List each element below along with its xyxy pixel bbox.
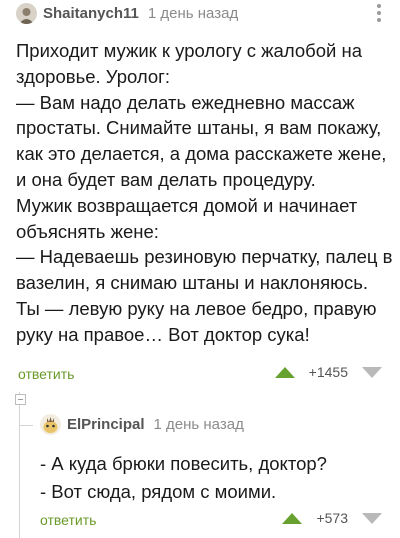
upvote-arrow-icon[interactable] — [282, 512, 303, 524]
timestamp[interactable]: 1 день назад — [148, 5, 238, 22]
comment-line: как это делается, а дома расскажете жене… — [16, 143, 387, 165]
comment-line: Ты — левую руку на левое бедро, правую — [16, 297, 377, 319]
rating-value: +573 — [316, 510, 348, 526]
comment-line: — Вам надо делать ежедневно массаж — [16, 91, 355, 113]
comment-line: - Вот сюда, рядом с моими. — [40, 481, 277, 502]
comment-line: вазелин, я снимаю штаны и наклоняюсь. — [16, 272, 369, 294]
rating-block: +1455 — [274, 364, 382, 380]
comment-body: - А куда брюки повесить, доктор? - Вот с… — [40, 450, 327, 506]
comment-line: объяснять жене: — [16, 220, 159, 242]
comment-line: и она будет вам делать процедуру. — [16, 168, 316, 190]
thread-line[interactable] — [19, 392, 20, 538]
collapse-thread-icon[interactable] — [15, 394, 26, 405]
username[interactable]: Shaitanych11 — [43, 5, 139, 22]
comment-line: руку на правое… Вот доктор сука! — [16, 323, 310, 345]
user-avatar-icon[interactable] — [16, 2, 37, 24]
more-vertical-icon[interactable] — [376, 4, 382, 24]
user-avatar-icon[interactable] — [40, 414, 61, 435]
comment-header: Shaitanych11 1 день назад — [16, 2, 238, 24]
rating-block: +573 — [282, 510, 382, 526]
comment-body: Приходит мужик к урологу с жалобой на зд… — [16, 38, 393, 348]
comment: Shaitanych11 1 день назад Приходит мужик… — [0, 0, 400, 390]
comment-line: простаты. Снимайте штаны, я вам покажу, — [16, 117, 382, 139]
comment-line: - А куда брюки повесить, доктор? — [40, 453, 327, 474]
comment-line: здоровье. Уролог: — [16, 65, 171, 87]
reply-button[interactable]: ответить — [40, 512, 96, 528]
downvote-arrow-icon[interactable] — [362, 512, 382, 524]
timestamp[interactable]: 1 день назад — [154, 416, 244, 433]
downvote-arrow-icon[interactable] — [362, 366, 382, 378]
thread-branch — [19, 425, 33, 426]
reply-button[interactable]: ответить — [18, 366, 74, 382]
username[interactable]: ElPrincipal — [67, 416, 145, 433]
upvote-arrow-icon[interactable] — [274, 366, 295, 378]
comment-line: Мужик возвращается домой и начинает — [16, 194, 358, 216]
comment-header: ElPrincipal 1 день назад — [40, 414, 244, 435]
rating-value: +1455 — [308, 364, 348, 380]
comment-line: Приходит мужик к урологу с жалобой на — [16, 40, 362, 61]
comment-line: — Надеваешь резиновую перчатку, палец в — [16, 246, 393, 268]
